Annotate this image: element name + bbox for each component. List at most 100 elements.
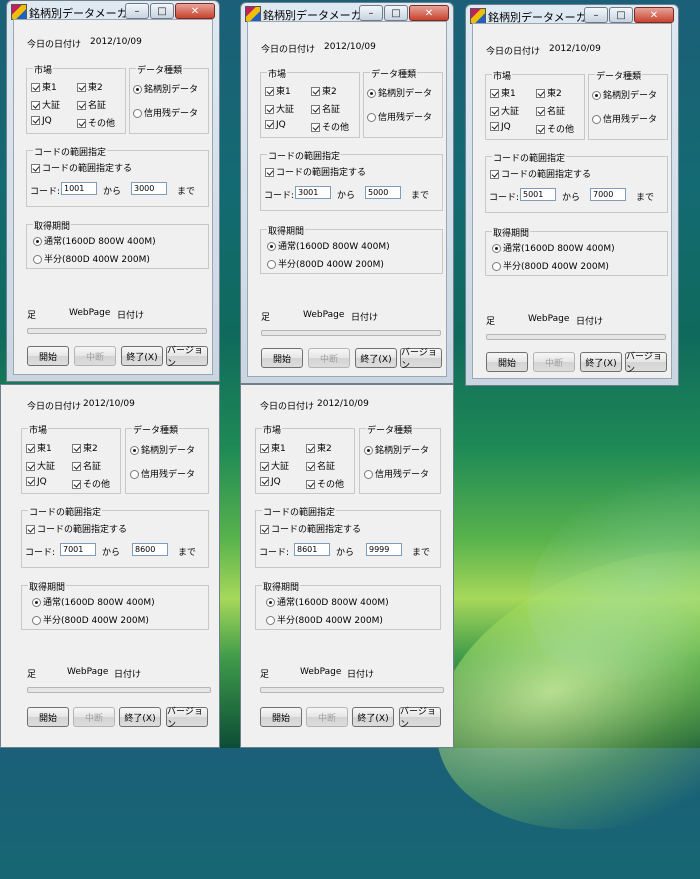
version-button[interactable]: バージョン xyxy=(625,352,667,375)
market-tse2-checkbox[interactable]: 東2 xyxy=(77,80,103,93)
data-type-margin-radio[interactable]: 信用残データ xyxy=(367,110,432,123)
market-jq-checkbox[interactable]: JQ xyxy=(31,116,52,126)
start-button[interactable]: 開始 xyxy=(27,346,69,366)
version-button[interactable]: バージョン xyxy=(166,707,208,730)
market-osaka-checkbox[interactable]: 大証 xyxy=(31,98,60,111)
code-range-checkbox[interactable]: コードの範囲指定する xyxy=(31,161,132,174)
version-button[interactable]: バージョン xyxy=(400,348,442,371)
code-to-input[interactable]: 5000 xyxy=(365,186,401,199)
data-type-stock-radio[interactable]: 銘柄別データ xyxy=(133,82,198,95)
market-nagoya-checkbox[interactable]: 名証 xyxy=(77,98,106,111)
market-other-checkbox[interactable]: その他 xyxy=(306,477,344,490)
market-other-checkbox[interactable]: その他 xyxy=(72,477,110,490)
code-to-input[interactable]: 8600 xyxy=(132,543,168,556)
period-normal-radio[interactable]: 通常(1600D 800W 400M) xyxy=(267,239,390,252)
period-group-label: 取得期間 xyxy=(33,219,72,232)
data-type-stock-radio[interactable]: 銘柄別データ xyxy=(130,443,195,456)
market-nagoya-checkbox[interactable]: 名証 xyxy=(311,102,340,115)
app-window[interactable]: 銘柄別データメーカー5 – □ ✕ 今日の日付け 2012/10/09 市場 東… xyxy=(6,0,220,382)
market-tse1-checkbox[interactable]: 東1 xyxy=(31,80,57,93)
data-type-margin-radio[interactable]: 信用残データ xyxy=(592,112,657,125)
market-tse2-checkbox[interactable]: 東2 xyxy=(311,84,337,97)
start-button[interactable]: 開始 xyxy=(486,352,528,372)
exit-button[interactable]: 終了(X) xyxy=(121,346,163,366)
code-from-input[interactable]: 3001 xyxy=(295,186,331,199)
code-range-checkbox[interactable]: コードの範囲指定する xyxy=(265,165,366,178)
version-button[interactable]: バージョン xyxy=(166,346,208,369)
market-jq-checkbox[interactable]: JQ xyxy=(265,120,286,130)
minimize-button[interactable]: – xyxy=(359,5,383,21)
period-half-radio[interactable]: 半分(800D 400W 200M) xyxy=(266,613,383,626)
market-osaka-checkbox[interactable]: 大証 xyxy=(490,104,519,117)
exit-button[interactable]: 終了(X) xyxy=(580,352,622,372)
code-from-input[interactable]: 8601 xyxy=(294,543,330,556)
market-jq-checkbox[interactable]: JQ xyxy=(260,477,281,487)
market-osaka-checkbox[interactable]: 大証 xyxy=(26,459,55,472)
stop-button[interactable]: 中断 xyxy=(73,707,115,727)
start-button[interactable]: 開始 xyxy=(261,348,303,368)
maximize-button[interactable]: □ xyxy=(609,7,633,23)
period-half-radio[interactable]: 半分(800D 400W 200M) xyxy=(267,257,384,270)
market-tse1-checkbox[interactable]: 東1 xyxy=(260,441,286,454)
maximize-button[interactable]: □ xyxy=(150,3,174,19)
start-button[interactable]: 開始 xyxy=(27,707,69,727)
maximize-button[interactable]: □ xyxy=(384,5,408,21)
period-normal-radio[interactable]: 通常(1600D 800W 400M) xyxy=(32,595,155,608)
start-button[interactable]: 開始 xyxy=(260,707,302,727)
minimize-button[interactable]: – xyxy=(125,3,149,19)
market-tse2-checkbox[interactable]: 東2 xyxy=(72,441,98,454)
market-nagoya-checkbox[interactable]: 名証 xyxy=(72,459,101,472)
market-tse2-checkbox[interactable]: 東2 xyxy=(536,86,562,99)
code-from-input[interactable]: 1001 xyxy=(61,182,97,195)
minimize-button[interactable]: – xyxy=(584,7,608,23)
stop-button[interactable]: 中断 xyxy=(306,707,348,727)
market-jq-checkbox[interactable]: JQ xyxy=(26,477,47,487)
stop-button[interactable]: 中断 xyxy=(533,352,575,372)
period-half-radio[interactable]: 半分(800D 400W 200M) xyxy=(32,613,149,626)
exit-button[interactable]: 終了(X) xyxy=(355,348,397,368)
version-button[interactable]: バージョン xyxy=(399,707,441,730)
market-other-checkbox[interactable]: その他 xyxy=(311,120,349,133)
exit-button[interactable]: 終了(X) xyxy=(352,707,394,727)
market-tse1-checkbox[interactable]: 東1 xyxy=(265,84,291,97)
code-to-input[interactable]: 7000 xyxy=(590,188,626,201)
data-type-margin-radio[interactable]: 信用残データ xyxy=(364,467,429,480)
data-type-stock-radio[interactable]: 銘柄別データ xyxy=(367,86,432,99)
code-to-input[interactable]: 3000 xyxy=(131,182,167,195)
period-half-radio[interactable]: 半分(800D 400W 200M) xyxy=(33,252,150,265)
code-to-input[interactable]: 9999 xyxy=(366,543,402,556)
app-window[interactable]: 銘柄別データメーカー5 – □ ✕ 今日の日付け 2012/10/09 市場 東… xyxy=(240,2,454,384)
close-button[interactable]: ✕ xyxy=(175,3,215,19)
period-normal-radio[interactable]: 通常(1600D 800W 400M) xyxy=(33,234,156,247)
market-nagoya-checkbox[interactable]: 名証 xyxy=(536,104,565,117)
app-window[interactable]: 今日の日付け 2012/10/09 市場 東1 東2 大証 名証 JQ その他 … xyxy=(240,384,454,748)
code-range-checkbox[interactable]: コードの範囲指定する xyxy=(26,522,127,535)
market-other-checkbox[interactable]: その他 xyxy=(536,122,574,135)
market-jq-checkbox[interactable]: JQ xyxy=(490,122,511,132)
market-tse2-checkbox[interactable]: 東2 xyxy=(306,441,332,454)
data-type-stock-radio[interactable]: 銘柄別データ xyxy=(592,88,657,101)
app-window[interactable]: 銘柄別データメーカー5 – □ ✕ 今日の日付け 2012/10/09 市場 東… xyxy=(465,4,679,386)
data-type-margin-radio[interactable]: 信用残データ xyxy=(133,106,198,119)
stop-button[interactable]: 中断 xyxy=(308,348,350,368)
exit-button[interactable]: 終了(X) xyxy=(119,707,161,727)
market-tse1-checkbox[interactable]: 東1 xyxy=(26,441,52,454)
code-range-checkbox[interactable]: コードの範囲指定する xyxy=(490,167,591,180)
stop-button[interactable]: 中断 xyxy=(74,346,116,366)
period-normal-radio[interactable]: 通常(1600D 800W 400M) xyxy=(266,595,389,608)
close-button[interactable]: ✕ xyxy=(409,5,449,21)
code-range-checkbox[interactable]: コードの範囲指定する xyxy=(260,522,361,535)
code-from-input[interactable]: 7001 xyxy=(60,543,96,556)
market-nagoya-checkbox[interactable]: 名証 xyxy=(306,459,335,472)
market-osaka-checkbox[interactable]: 大証 xyxy=(260,459,289,472)
period-half-radio[interactable]: 半分(800D 400W 200M) xyxy=(492,259,609,272)
market-osaka-checkbox[interactable]: 大証 xyxy=(265,102,294,115)
period-normal-radio[interactable]: 通常(1600D 800W 400M) xyxy=(492,241,615,254)
market-tse1-checkbox[interactable]: 東1 xyxy=(490,86,516,99)
data-type-stock-radio[interactable]: 銘柄別データ xyxy=(364,443,429,456)
code-from-input[interactable]: 5001 xyxy=(520,188,556,201)
market-other-checkbox[interactable]: その他 xyxy=(77,116,115,129)
app-window[interactable]: 今日の日付け 2012/10/09 市場 東1 東2 大証 名証 JQ その他 … xyxy=(0,384,220,748)
close-button[interactable]: ✕ xyxy=(634,7,674,23)
data-type-margin-radio[interactable]: 信用残データ xyxy=(130,467,195,480)
